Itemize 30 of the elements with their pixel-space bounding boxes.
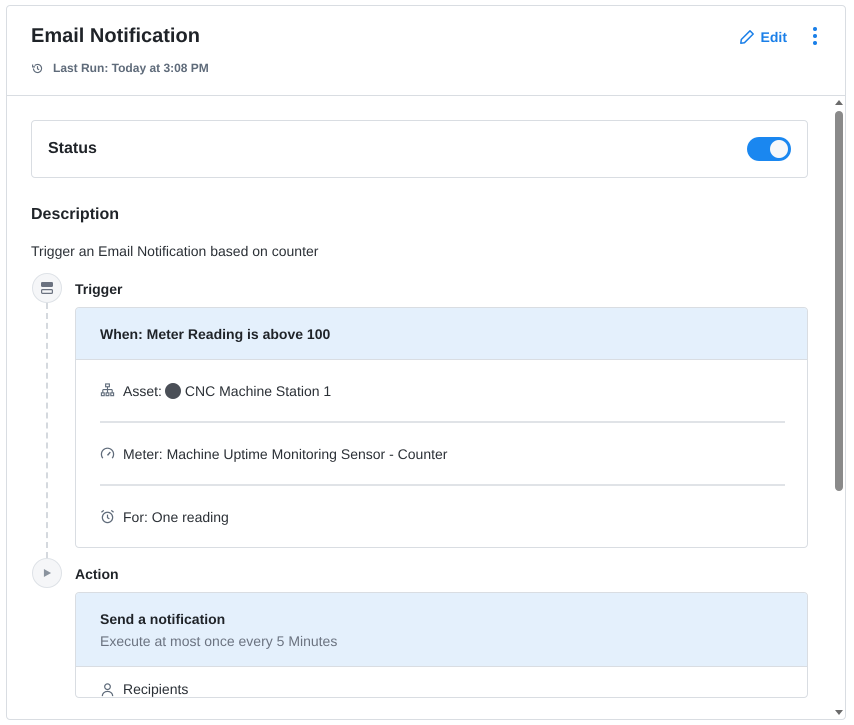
scrollbar-thumb[interactable] [835,111,843,491]
card-title: Send a notification [100,611,226,627]
detail-text: Recipients [123,681,188,697]
edit-button[interactable]: Edit [736,25,789,49]
card-subtitle: Execute at most once every 5 Minutes [100,633,338,649]
description-heading: Description [31,206,120,224]
last-run-text: Last Run: Today at 3:08 PM [53,61,209,75]
asset-name: CNC Machine Station 1 [184,382,332,398]
status-label: Status [48,140,97,158]
pencil-icon [738,29,755,45]
play-icon [42,568,52,578]
status-toggle[interactable] [747,137,791,161]
detail-text: Asset: [123,382,162,398]
detail-text: For: One reading [123,508,229,524]
up-arrow-icon [835,100,843,105]
description-text: Trigger an Email Notification based on counter [31,243,320,259]
detail-text: Meter: Machine Uptime Monitoring Sensor - Counter [123,446,448,462]
alarm-clock-icon [100,509,115,524]
step-label: Action [75,566,120,584]
gauge-icon [100,446,115,461]
person-icon [100,682,115,696]
panel-title: Email Notification [31,25,201,48]
card-title: When: Meter Reading is above 100 [100,326,332,342]
vertical-dots-icon [813,27,817,45]
asset-photo-placeholder [164,382,181,398]
step-label: Trigger [75,281,124,299]
down-arrow-icon [835,710,843,715]
history-icon [31,62,44,74]
hierarchy-icon [100,383,115,398]
stacked-blocks-icon [40,281,54,295]
